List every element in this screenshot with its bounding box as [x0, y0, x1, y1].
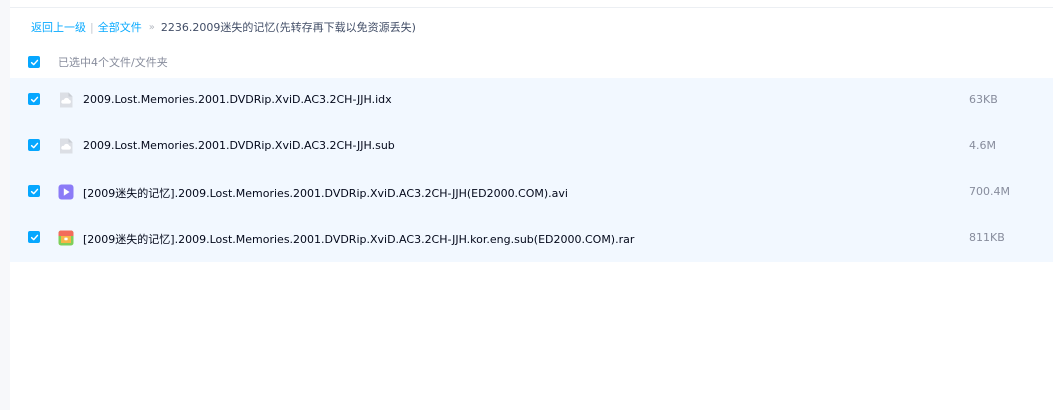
file-size: 4.6M	[969, 139, 996, 152]
file-row[interactable]: 2009.Lost.Memories.2001.DVDRip.XviD.AC3.…	[10, 124, 1053, 170]
back-link[interactable]: 返回上一级	[31, 19, 86, 35]
left-panel-edge	[0, 0, 10, 410]
file-name[interactable]: [2009迷失的记忆].2009.Lost.Memories.2001.DVDR…	[83, 185, 568, 201]
file-checkbox[interactable]	[28, 185, 40, 197]
file-name[interactable]: 2009.Lost.Memories.2001.DVDRip.XviD.AC3.…	[83, 139, 395, 152]
file-row[interactable]: [2009迷失的记忆].2009.Lost.Memories.2001.DVDR…	[10, 170, 1053, 216]
current-folder-label: 2236.2009迷失的记忆(先转存再下载以免资源丢失)	[160, 21, 416, 34]
file-checkbox[interactable]	[28, 139, 40, 151]
file-size: 700.4M	[969, 185, 1010, 198]
file-name[interactable]: [2009迷失的记忆].2009.Lost.Memories.2001.DVDR…	[83, 231, 634, 247]
file-list: 2009.Lost.Memories.2001.DVDRip.XviD.AC3.…	[10, 78, 1053, 262]
checkmark-icon	[30, 96, 38, 102]
checkmark-icon	[30, 188, 38, 194]
checkmark-icon	[30, 59, 38, 65]
file-row[interactable]: 2009.Lost.Memories.2001.DVDRip.XviD.AC3.…	[10, 78, 1053, 124]
file-checkbox[interactable]	[28, 93, 40, 105]
select-all-checkbox[interactable]	[28, 56, 40, 68]
checkmark-icon	[30, 142, 38, 148]
top-divider	[10, 7, 1053, 8]
file-row[interactable]: [2009迷失的记忆].2009.Lost.Memories.2001.DVDR…	[10, 216, 1053, 262]
file-size: 811KB	[969, 231, 1005, 244]
file-name[interactable]: 2009.Lost.Memories.2001.DVDRip.XviD.AC3.…	[83, 93, 392, 106]
archive-file-icon	[58, 230, 74, 246]
breadcrumb: 返回上一级 | 全部文件 » 2236.2009迷失的记忆(先转存再下载以免资源…	[31, 19, 416, 35]
all-files-link[interactable]: 全部文件	[98, 19, 142, 35]
checkmark-icon	[30, 234, 38, 240]
file-size: 63KB	[969, 93, 998, 106]
breadcrumb-separator: |	[90, 20, 94, 34]
generic-file-icon	[60, 92, 73, 108]
generic-file-icon	[60, 138, 73, 154]
selection-summary: 已选中4个文件/文件夹	[58, 56, 168, 69]
file-checkbox[interactable]	[28, 231, 40, 243]
breadcrumb-chevron-icon: »	[148, 21, 155, 33]
video-file-icon	[58, 184, 74, 200]
